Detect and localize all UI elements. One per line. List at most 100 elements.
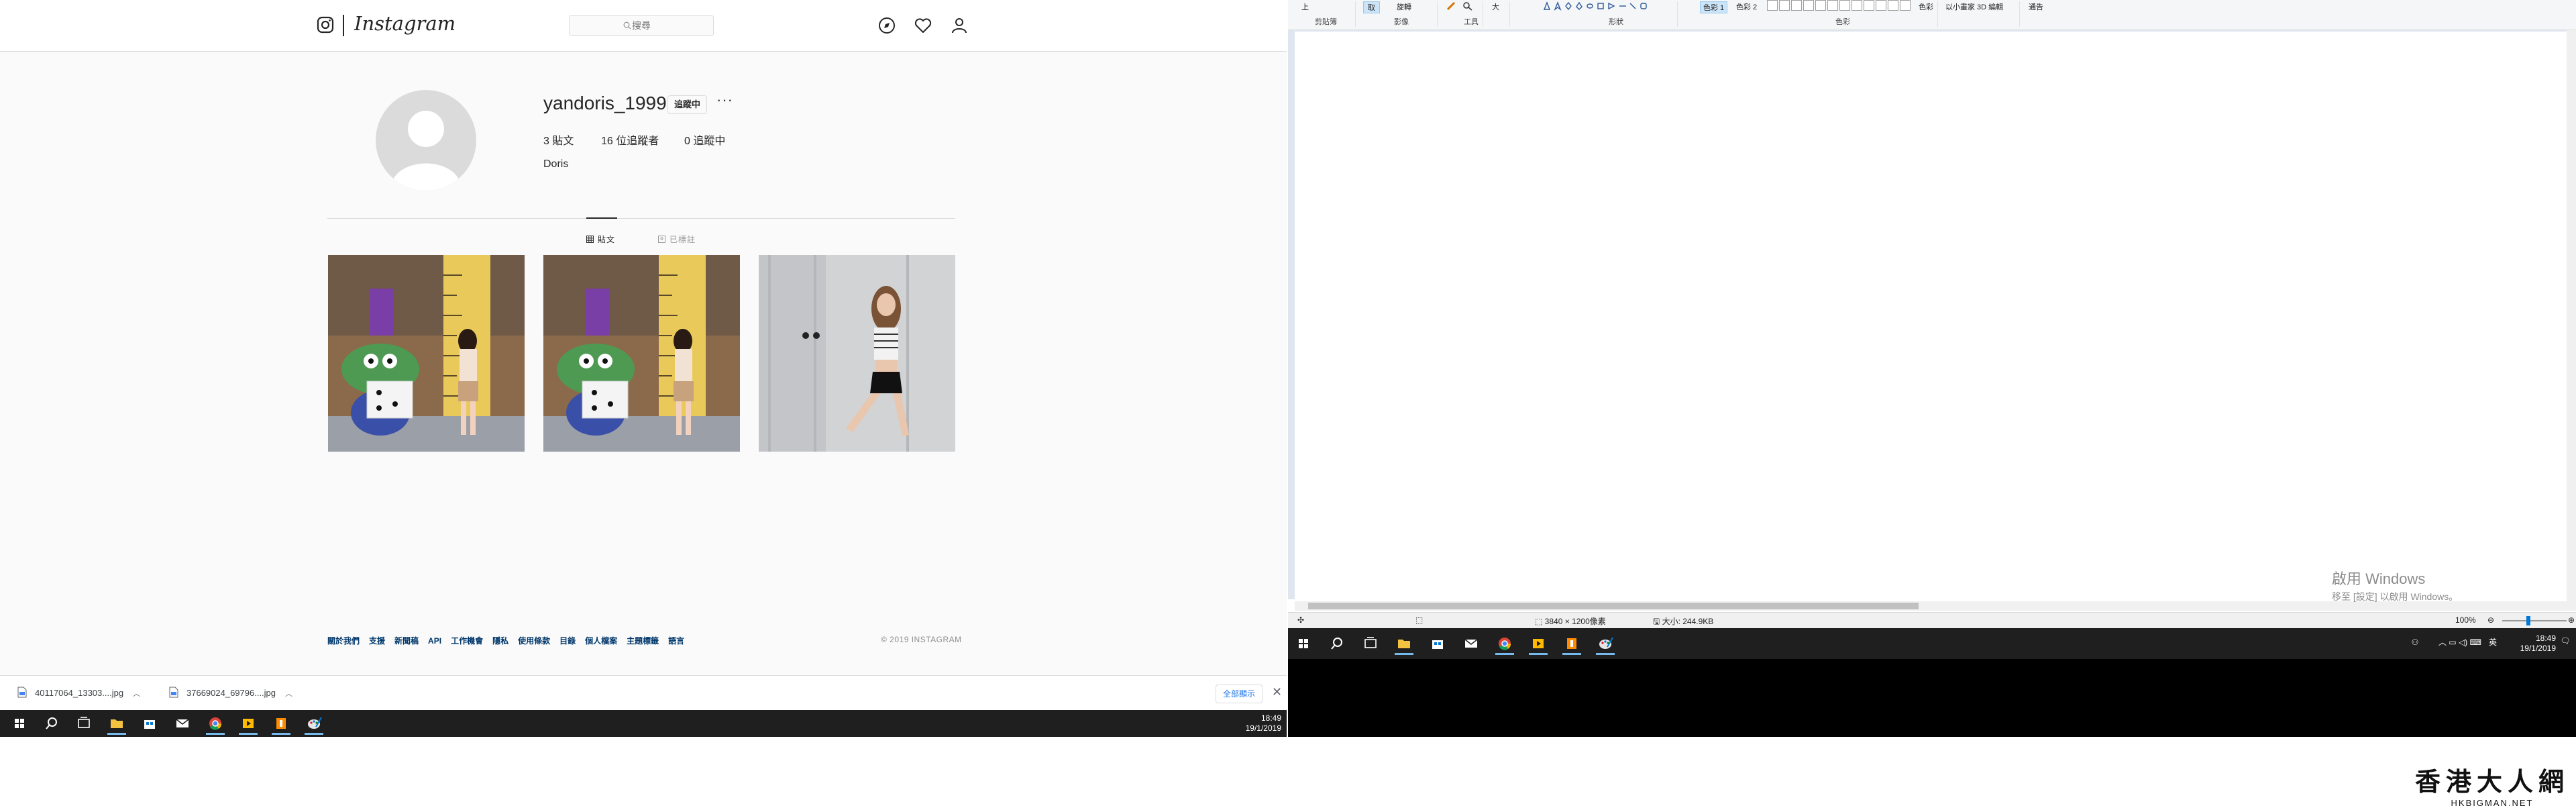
- zoom-out-icon[interactable]: ⊖: [2487, 615, 2494, 625]
- magnifier-tool-icon[interactable]: [1462, 1, 1473, 13]
- people-icon[interactable]: ⚇: [2408, 638, 2422, 648]
- media-player-icon[interactable]: [1527, 632, 1550, 655]
- instagram-wordmark[interactable]: Instagram: [354, 12, 455, 35]
- search-input[interactable]: [570, 16, 713, 35]
- store-bag-icon[interactable]: [138, 712, 161, 735]
- color-swatch[interactable]: [1779, 0, 1790, 11]
- color-swatch[interactable]: [1815, 0, 1826, 11]
- edit-colors-button[interactable]: 色彩: [1919, 1, 1933, 12]
- followers-count[interactable]: 16 位追蹤者: [601, 132, 659, 148]
- chrome-icon[interactable]: [204, 712, 227, 735]
- size-button[interactable]: 大: [1492, 1, 1499, 12]
- task-view-icon[interactable]: [1359, 632, 1382, 655]
- chrome-icon[interactable]: [1493, 632, 1516, 655]
- profile-avatar[interactable]: [376, 90, 476, 191]
- more-options-button[interactable]: ···: [716, 91, 733, 109]
- file-explorer-icon[interactable]: [105, 712, 128, 735]
- following-count[interactable]: 0 追蹤中: [684, 132, 725, 148]
- tab-tagged[interactable]: 已標註: [658, 234, 696, 245]
- search-icon[interactable]: [1326, 632, 1348, 655]
- system-tray-icons[interactable]: ︿ ▭ ◁) ⌨: [2436, 638, 2483, 648]
- image-file-icon: [169, 686, 178, 698]
- task-view-icon[interactable]: [72, 712, 95, 735]
- dimensions-icon: ⬚: [1535, 617, 1545, 626]
- windows-start-icon[interactable]: [8, 712, 31, 735]
- download-item[interactable]: 40117064_13303....jpg ︿: [17, 684, 140, 703]
- color-swatch[interactable]: [1839, 0, 1850, 11]
- zoom-level: 100%: [2455, 615, 2476, 625]
- post-thumbnail[interactable]: [328, 255, 525, 452]
- footer-link[interactable]: 目錄: [559, 636, 576, 646]
- paint-palette-icon[interactable]: [303, 712, 325, 735]
- rotate-button[interactable]: 旋轉: [1397, 1, 1411, 12]
- taskbar-clock[interactable]: 18:49 19/1/2019: [1228, 713, 1281, 734]
- chevron-up-icon[interactable]: ︿: [133, 685, 140, 703]
- download-shelf: 40117064_13303....jpg ︿ 37669024_69796...…: [0, 675, 1287, 711]
- mail-icon[interactable]: [171, 712, 194, 735]
- footer-link[interactable]: API: [428, 636, 441, 646]
- product-alert-button[interactable]: 通告: [2029, 1, 2043, 12]
- watermark-title: 啟用 Windows: [2332, 570, 2426, 587]
- app-orange-icon[interactable]: [270, 712, 292, 735]
- mail-icon[interactable]: [1460, 632, 1483, 655]
- color-swatch[interactable]: [1851, 0, 1862, 11]
- store-bag-icon[interactable]: [1426, 632, 1449, 655]
- select-button[interactable]: 取: [1363, 1, 1380, 13]
- paste-button[interactable]: 上: [1301, 1, 1309, 12]
- zoom-in-icon[interactable]: ⊕: [2568, 615, 2575, 625]
- paint-canvas[interactable]: [1295, 32, 2567, 601]
- chevron-up-icon[interactable]: ︿: [285, 685, 292, 703]
- footer-link[interactable]: 隱私: [492, 636, 508, 646]
- image-dimensions: ⬚ 3840 × 1200像素: [1535, 615, 1606, 627]
- taskbar-clock[interactable]: 18:49 19/1/2019: [2502, 634, 2556, 654]
- download-filename: 37669024_69796....jpg: [186, 688, 276, 698]
- horizontal-scroll-thumb[interactable]: [1308, 603, 1919, 609]
- pencil-tool-icon[interactable]: [1446, 1, 1457, 13]
- footer-link[interactable]: 關於我們: [327, 636, 360, 646]
- footer-link[interactable]: 新聞稿: [394, 636, 419, 646]
- footer-link[interactable]: 使用條款: [518, 636, 550, 646]
- windows-start-icon[interactable]: [1292, 632, 1315, 655]
- profile-person-icon[interactable]: [950, 16, 969, 35]
- media-player-icon[interactable]: [237, 712, 260, 735]
- color-swatch[interactable]: [1767, 0, 1778, 11]
- vertical-scrollbar[interactable]: [2567, 30, 2576, 601]
- search-icon[interactable]: [40, 712, 63, 735]
- instagram-camera-icon[interactable]: [317, 16, 334, 34]
- footer-link[interactable]: 個人檔案: [585, 636, 617, 646]
- footer-link[interactable]: 支援: [369, 636, 385, 646]
- color-swatch[interactable]: [1888, 0, 1898, 11]
- color-swatch[interactable]: [1864, 0, 1874, 11]
- file-explorer-icon[interactable]: [1393, 632, 1415, 655]
- zoom-slider-thumb[interactable]: [2526, 616, 2530, 625]
- heart-icon[interactable]: [914, 16, 932, 35]
- post-thumbnail[interactable]: [759, 255, 955, 452]
- explore-compass-icon[interactable]: [877, 16, 896, 35]
- color-swatch[interactable]: [1791, 0, 1802, 11]
- following-button[interactable]: 追蹤中: [667, 95, 708, 114]
- post-thumbnail[interactable]: [543, 255, 740, 452]
- footer-link[interactable]: 語言: [668, 636, 684, 646]
- shapes-gallery-icon[interactable]: [1542, 1, 1656, 13]
- color-swatch[interactable]: [1827, 0, 1838, 11]
- ime-indicator[interactable]: 英: [2486, 638, 2500, 648]
- color2-button[interactable]: 色彩 2: [1736, 1, 1757, 12]
- footer-link[interactable]: 主題標籤: [627, 636, 659, 646]
- footer-link[interactable]: 工作機會: [451, 636, 483, 646]
- file-size: 🖫 大小: 244.9KB: [1653, 615, 1713, 629]
- notification-icon[interactable]: 🗨: [2559, 636, 2572, 646]
- show-all-downloads-button[interactable]: 全部顯示: [1216, 685, 1263, 703]
- download-item[interactable]: 37669024_69796....jpg ︿: [169, 684, 292, 703]
- tab-posts[interactable]: 貼文: [586, 234, 615, 245]
- color1-button[interactable]: 色彩 1: [1700, 1, 1728, 13]
- app-orange-icon[interactable]: [1560, 632, 1583, 655]
- paint3d-button[interactable]: 以小畫家 3D 編輯: [1945, 1, 2003, 12]
- paint-palette-icon[interactable]: [1594, 632, 1617, 655]
- color-swatch[interactable]: [1876, 0, 1886, 11]
- search-box[interactable]: [569, 15, 714, 36]
- color-swatch[interactable]: [1803, 0, 1814, 11]
- color-swatch[interactable]: [1900, 0, 1911, 11]
- zoom-slider-track[interactable]: [2502, 620, 2567, 621]
- close-shelf-icon[interactable]: ✕: [1272, 685, 1282, 699]
- tabs-divider: [327, 218, 955, 219]
